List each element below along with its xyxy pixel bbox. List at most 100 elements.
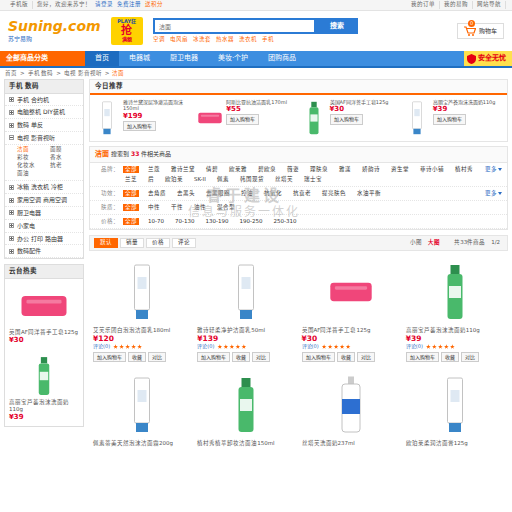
- review-link[interactable]: 评论(0): [302, 343, 319, 350]
- sidebar-item[interactable]: 电视 影音视听: [5, 132, 83, 145]
- product-image[interactable]: [406, 259, 504, 325]
- add-to-cart-button[interactable]: 加入购物车: [330, 114, 363, 125]
- filter-option[interactable]: 欧珀莱: [163, 176, 185, 183]
- filter-option[interactable]: 油性: [192, 204, 208, 211]
- product-image[interactable]: [93, 259, 191, 325]
- nav-item[interactable]: 厨卫电器: [160, 51, 208, 66]
- filter-option[interactable]: 兰蔻: [146, 166, 162, 173]
- hot-word[interactable]: 手机: [262, 36, 274, 43]
- filter-option[interactable]: 欧莱雅: [227, 166, 249, 173]
- product-name[interactable]: 高丽宝芦荟泡沫洗面奶110g: [433, 99, 503, 106]
- expand-icon[interactable]: [9, 210, 14, 215]
- review-link[interactable]: 评论(0): [197, 343, 214, 350]
- filter-option[interactable]: 植村秀: [453, 166, 475, 173]
- search-input[interactable]: [153, 18, 316, 34]
- filter-option[interactable]: 水油平衡: [355, 190, 383, 197]
- product-name[interactable]: 艾芙乐团白泡泡洁面乳180ml: [93, 327, 191, 334]
- filter-option[interactable]: 130-190: [203, 218, 230, 225]
- filter-option[interactable]: 后: [146, 176, 156, 183]
- register-link[interactable]: 免费注册: [117, 1, 141, 8]
- sort-option[interactable]: 默认: [94, 238, 118, 247]
- filter-option[interactable]: 雅诗兰黛: [169, 166, 197, 173]
- filter-option[interactable]: 雅漾: [337, 166, 353, 173]
- mobile-link[interactable]: 手机版: [6, 1, 33, 8]
- logo-brand[interactable]: Suning.com: [8, 19, 101, 34]
- nav-item[interactable]: 首页: [85, 51, 119, 66]
- sidebar-item[interactable]: 家用空调 商用空调: [5, 194, 83, 207]
- view-toggle[interactable]: 小图: [407, 239, 425, 246]
- product-name[interactable]: 雅诗轻柔净护洁面乳50ml: [197, 327, 295, 334]
- breadcrumb-item[interactable]: 首页: [5, 70, 17, 77]
- filter-option[interactable]: 250-310: [271, 218, 298, 225]
- submenu-item[interactable]: 洁面: [17, 146, 46, 153]
- sidebar-label[interactable]: 电视 影音视听: [17, 134, 55, 142]
- filter-option[interactable]: 菲诗小铺: [418, 166, 446, 173]
- sidebar-item[interactable]: 厨卫电器: [5, 207, 83, 220]
- sidebar-item[interactable]: 小家电: [5, 220, 83, 233]
- sort-option[interactable]: 评论: [172, 238, 196, 247]
- topbar-link[interactable]: 我的易购: [440, 1, 473, 8]
- filter-option[interactable]: 佩素: [215, 176, 231, 183]
- product-name[interactable]: 英国AF同洋菩手工皂125g: [330, 99, 400, 106]
- filter-option[interactable]: 混合型: [215, 204, 237, 211]
- sidebar-label[interactable]: 数码 单反: [17, 121, 43, 129]
- promo-bottom[interactable]: 满额: [122, 37, 132, 43]
- filter-option[interactable]: 中性: [146, 204, 162, 211]
- nav-item[interactable]: 美妆·个护: [208, 51, 258, 66]
- logo[interactable]: Suning.com苏宁易购: [8, 19, 101, 42]
- product-image[interactable]: [406, 372, 504, 438]
- filter-option[interactable]: 倩碧: [204, 166, 220, 173]
- product-name[interactable]: 欧珀莱柔润洁面膏125g: [406, 440, 504, 447]
- hot-word[interactable]: 热水器: [216, 36, 234, 43]
- expand-icon[interactable]: [9, 185, 14, 190]
- action-button[interactable]: 加入购物车: [93, 352, 126, 363]
- filter-option[interactable]: 韩国现货: [238, 176, 266, 183]
- action-button[interactable]: 对比: [252, 352, 270, 363]
- product-name[interactable]: 植村秀植萃卸妆洁面油150ml: [197, 440, 295, 447]
- action-button[interactable]: 加入购物车: [302, 352, 335, 363]
- login-link[interactable]: 请登录: [95, 1, 113, 8]
- expand-icon[interactable]: [9, 236, 14, 241]
- product-name[interactable]: 佩素蒂美天然泡沫洁面霜200g: [93, 440, 191, 447]
- product-image[interactable]: [94, 99, 120, 137]
- filter-option[interactable]: SK-II: [192, 176, 208, 183]
- promo-main[interactable]: 抢: [121, 25, 132, 37]
- sidebar-label[interactable]: 办公 打印 路由器: [17, 235, 63, 243]
- action-button[interactable]: 收藏: [441, 352, 459, 363]
- add-to-cart-button[interactable]: 加入购物车: [433, 114, 466, 125]
- review-link[interactable]: 评论(0): [406, 343, 423, 350]
- product-image[interactable]: [197, 372, 295, 438]
- nav-item[interactable]: 团购商品: [258, 51, 306, 66]
- expand-icon[interactable]: [9, 110, 14, 115]
- search-button[interactable]: 搜索: [316, 18, 358, 34]
- product-image[interactable]: [197, 99, 223, 137]
- sidebar-label[interactable]: 冰箱 洗衣机 冷柜: [17, 183, 63, 191]
- filter-option[interactable]: 全部: [123, 190, 139, 197]
- today-item[interactable]: 高丽宝芦荟泡沫洗面奶110g¥39加入购物车: [404, 99, 503, 137]
- product-image[interactable]: [93, 372, 191, 438]
- safe-label[interactable]: 安全无忧: [478, 54, 506, 63]
- sidebar-label[interactable]: 厨卫电器: [17, 209, 41, 217]
- sidebar-item[interactable]: 手机 合约机: [5, 94, 83, 107]
- filter-option[interactable]: 抗衰老: [291, 190, 313, 197]
- filter-option[interactable]: 碧欧泉: [256, 166, 278, 173]
- product-image[interactable]: [9, 283, 79, 329]
- hot-word[interactable]: 空调: [153, 36, 165, 43]
- product-image[interactable]: [404, 99, 430, 137]
- topbar-link[interactable]: 网站导航: [473, 1, 506, 8]
- action-button[interactable]: 对比: [357, 352, 375, 363]
- sidebar-item[interactable]: 数码 单反: [5, 119, 83, 132]
- product-name[interactable]: 英国AF同洋菩手工皂125g: [9, 329, 79, 336]
- action-button[interactable]: 收藏: [337, 352, 355, 363]
- product-image[interactable]: [197, 259, 295, 325]
- expand-icon[interactable]: [9, 198, 14, 203]
- action-button[interactable]: 对比: [461, 352, 479, 363]
- filter-option[interactable]: 全部: [123, 218, 139, 225]
- filter-option[interactable]: 干性: [169, 204, 185, 211]
- nav-item[interactable]: 电器城: [119, 51, 160, 66]
- product-image[interactable]: [9, 353, 79, 399]
- filter-option[interactable]: 10-70: [146, 218, 166, 225]
- product-image[interactable]: [302, 372, 400, 438]
- sort-option[interactable]: 价格: [146, 238, 170, 247]
- filter-option[interactable]: 190-250: [237, 218, 264, 225]
